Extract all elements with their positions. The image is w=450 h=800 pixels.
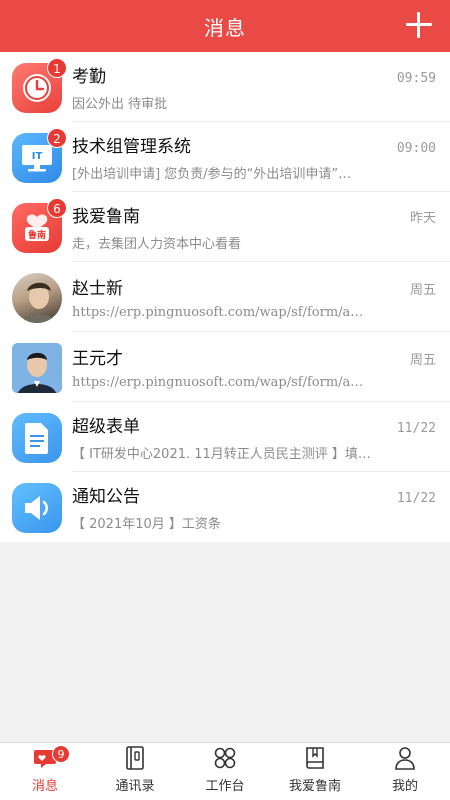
conversation-time: 周五: [409, 353, 436, 368]
conversation-name: 考勤: [72, 67, 106, 87]
speaker-icon: [12, 483, 62, 533]
bottom-tab-bar: 9 消息 通讯录 工作台 我爱鲁南 我的: [0, 742, 450, 800]
conversation-name: 通知公告: [72, 487, 140, 507]
conversation-preview: 【 IT研发中心2021. 11月转正人员民主测评 】填…: [72, 447, 371, 462]
message-list: 1 考勤 09:59 因公外出 待审批 IT 2 技术组管理系统 09:00 […: [0, 52, 450, 542]
list-item-lunan[interactable]: 鲁南 6 我爱鲁南 昨天 走，去集团人力资本中心看看: [0, 192, 450, 262]
conversation-name: 赵士新: [72, 279, 123, 299]
tab-unread-badge: 9: [52, 745, 70, 763]
tab-label: 我的: [391, 779, 418, 794]
conversation-preview: 因公外出 待审批: [72, 97, 168, 112]
document-icon: [12, 413, 62, 463]
list-item-kaoqin[interactable]: 1 考勤 09:59 因公外出 待审批: [0, 52, 450, 122]
contacts-book-icon: [126, 746, 144, 770]
conversation-preview: 【 2021年10月 】工资条: [72, 517, 221, 532]
conversation-time: 昨天: [409, 211, 436, 226]
conversation-time: 09:00: [396, 141, 436, 156]
person-icon: [395, 747, 415, 770]
conversation-preview: https://erp.pingnuosoft.com/wap/sf/form/…: [72, 375, 364, 390]
list-item-notice[interactable]: 通知公告 11/22 【 2021年10月 】工资条: [0, 472, 450, 542]
conversation-preview: [外出培训申请] 您负责/参与的“外出培训申请”…: [72, 167, 352, 182]
conversation-time: 周五: [409, 283, 436, 298]
conversation-time: 09:59: [396, 71, 436, 86]
plus-icon[interactable]: [402, 8, 436, 42]
list-item-wang[interactable]: 王元才 周五 https://erp.pingnuosoft.com/wap/s…: [0, 332, 450, 402]
list-item-tech-system[interactable]: IT 2 技术组管理系统 09:00 [外出培训申请] 您负责/参与的“外出培训…: [0, 122, 450, 192]
conversation-time: 11/22: [396, 491, 436, 506]
tab-messages[interactable]: 9 消息: [0, 743, 90, 800]
tab-workbench[interactable]: 工作台: [180, 743, 270, 800]
unread-badge: 2: [47, 128, 67, 148]
unread-badge: 6: [47, 198, 67, 218]
unread-badge: 1: [47, 58, 67, 78]
conversation-preview: 走，去集团人力资本中心看看: [72, 237, 242, 252]
bookmark-book-icon: [306, 747, 324, 769]
tab-label: 消息: [31, 779, 58, 794]
tab-label: 工作台: [205, 779, 245, 794]
conversation-name: 王元才: [72, 349, 123, 369]
top-bar: 消息: [0, 0, 450, 52]
conversation-time: 11/22: [396, 421, 436, 436]
list-item-super-form[interactable]: 超级表单 11/22 【 IT研发中心2021. 11月转正人员民主测评 】填…: [0, 402, 450, 472]
conversation-name: 技术组管理系统: [72, 137, 191, 157]
conversation-preview: https://erp.pingnuosoft.com/wap/sf/form/…: [72, 305, 364, 320]
grid-icon: [214, 747, 236, 769]
tab-lunan[interactable]: 我爱鲁南: [270, 743, 360, 800]
lunan-label: 鲁南: [28, 229, 46, 241]
tab-me[interactable]: 我的: [360, 743, 450, 800]
page-title: 消息: [204, 15, 246, 40]
user-avatar: [12, 273, 62, 323]
tab-label: 我爱鲁南: [288, 779, 341, 794]
list-item-zhao[interactable]: 赵士新 周五 https://erp.pingnuosoft.com/wap/s…: [0, 262, 450, 332]
conversation-name: 我爱鲁南: [72, 207, 140, 227]
conversation-name: 超级表单: [72, 417, 140, 437]
user-avatar: [12, 343, 62, 393]
it-label: IT: [32, 151, 43, 162]
tab-label: 通讯录: [115, 779, 155, 794]
tab-contacts[interactable]: 通讯录: [90, 743, 180, 800]
